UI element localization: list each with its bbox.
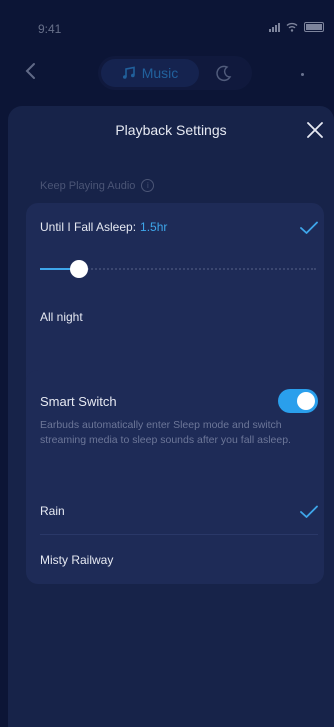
divider: [40, 534, 318, 535]
music-note-icon: [122, 66, 135, 79]
status-time: 9:41: [38, 22, 62, 36]
smart-switch-description: Earbuds automatically enter Sleep mode a…: [40, 419, 291, 446]
mode-switch: Music: [98, 56, 252, 90]
toggle-knob: [297, 392, 315, 410]
until-asleep-option[interactable]: Until I Fall Asleep: 1.5hr: [40, 220, 167, 234]
sound-option-rain[interactable]: Rain: [40, 504, 65, 518]
sound-option-misty-railway[interactable]: Misty Railway: [40, 553, 113, 567]
section-label-text: Keep Playing Audio: [40, 179, 136, 192]
smart-switch-toggle[interactable]: [278, 389, 318, 413]
back-chevron-icon[interactable]: [22, 62, 40, 80]
check-icon: [300, 221, 318, 234]
wifi-icon: [286, 22, 298, 32]
section-label: Keep Playing Audio i: [40, 179, 155, 192]
signal-icon: [269, 22, 280, 32]
info-icon[interactable]: i: [141, 179, 155, 192]
sheet-title: Playback Settings: [115, 122, 227, 138]
sleep-duration: 1.5hr: [140, 220, 168, 234]
check-icon: [300, 505, 318, 518]
until-asleep-label: Until I Fall Asleep:: [40, 220, 137, 234]
mode-music-label: Music: [141, 65, 179, 81]
slider-knob[interactable]: [69, 260, 88, 278]
mode-music-tab[interactable]: Music: [101, 59, 199, 87]
moon-icon[interactable]: [213, 62, 235, 84]
status-icons: [269, 22, 324, 32]
close-icon[interactable]: [306, 121, 324, 139]
smart-switch-title: Smart Switch: [40, 394, 117, 409]
nav-dot: [301, 73, 304, 76]
all-night-option[interactable]: All night: [40, 310, 83, 324]
battery-icon: [304, 22, 324, 32]
status-bar: 9:41: [0, 0, 334, 56]
top-nav: Music: [0, 50, 334, 100]
sleep-duration-slider[interactable]: [40, 260, 316, 278]
playback-settings-sheet: Playback Settings Keep Playing Audio i U…: [8, 106, 334, 727]
smart-switch-card: Smart Switch Earbuds automatically enter…: [26, 370, 324, 584]
